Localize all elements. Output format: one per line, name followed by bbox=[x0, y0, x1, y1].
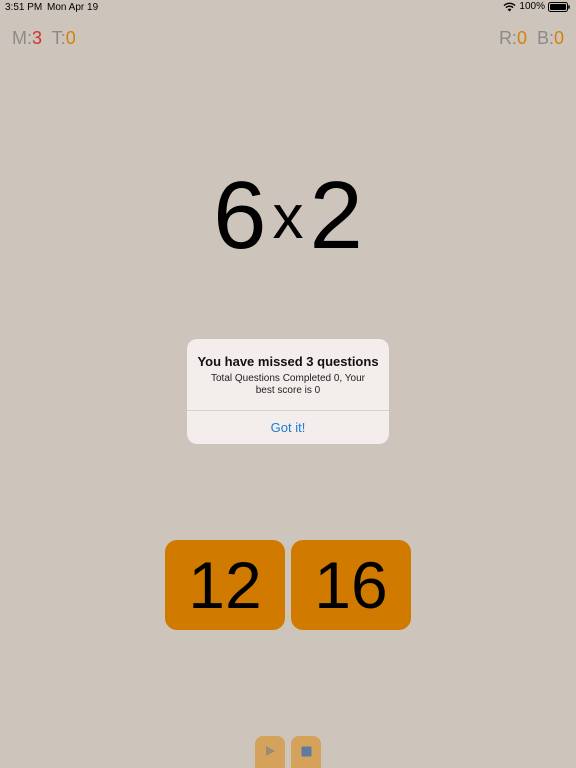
right-value: 0 bbox=[516, 28, 527, 48]
alert-title: You have missed 3 questions bbox=[197, 354, 379, 369]
wifi-icon bbox=[503, 2, 516, 12]
stop-icon bbox=[301, 745, 312, 760]
best-score: B:0 bbox=[536, 28, 564, 48]
total-score: T:0 bbox=[51, 28, 76, 48]
stop-button[interactable] bbox=[291, 736, 321, 768]
total-value: 0 bbox=[65, 28, 76, 48]
score-right: R:0 B:0 bbox=[494, 28, 564, 49]
status-time: 3:51 PM bbox=[5, 2, 43, 13]
right-score: R:0 bbox=[498, 28, 527, 48]
alert-message: Total Questions Completed 0, Your best s… bbox=[211, 373, 365, 396]
score-left: M:3 T:0 bbox=[12, 28, 81, 49]
question-left-operand: 6 bbox=[213, 162, 267, 269]
best-value: 0 bbox=[553, 28, 564, 48]
status-right: 100% bbox=[503, 1, 570, 12]
question-right-operand: 2 bbox=[309, 162, 363, 269]
missed-score: M:3 bbox=[12, 28, 43, 48]
play-icon bbox=[264, 745, 276, 760]
answer-button-2[interactable]: 16 bbox=[291, 540, 411, 630]
missed-value: 3 bbox=[32, 28, 43, 48]
got-it-button[interactable]: Got it! bbox=[187, 411, 389, 444]
status-date: Mon Apr 19 bbox=[47, 2, 99, 13]
status-bar: 3:51 PM Mon Apr 19 100% bbox=[0, 0, 576, 16]
answer-button-1[interactable]: 12 bbox=[165, 540, 285, 630]
play-button[interactable] bbox=[255, 736, 285, 768]
battery-icon bbox=[548, 1, 570, 12]
question: 6x2 bbox=[0, 166, 576, 268]
missed-alert-dialog: You have missed 3 questions Total Questi… bbox=[187, 339, 389, 444]
question-operator: x bbox=[272, 183, 304, 252]
battery-percent: 100% bbox=[519, 1, 545, 12]
